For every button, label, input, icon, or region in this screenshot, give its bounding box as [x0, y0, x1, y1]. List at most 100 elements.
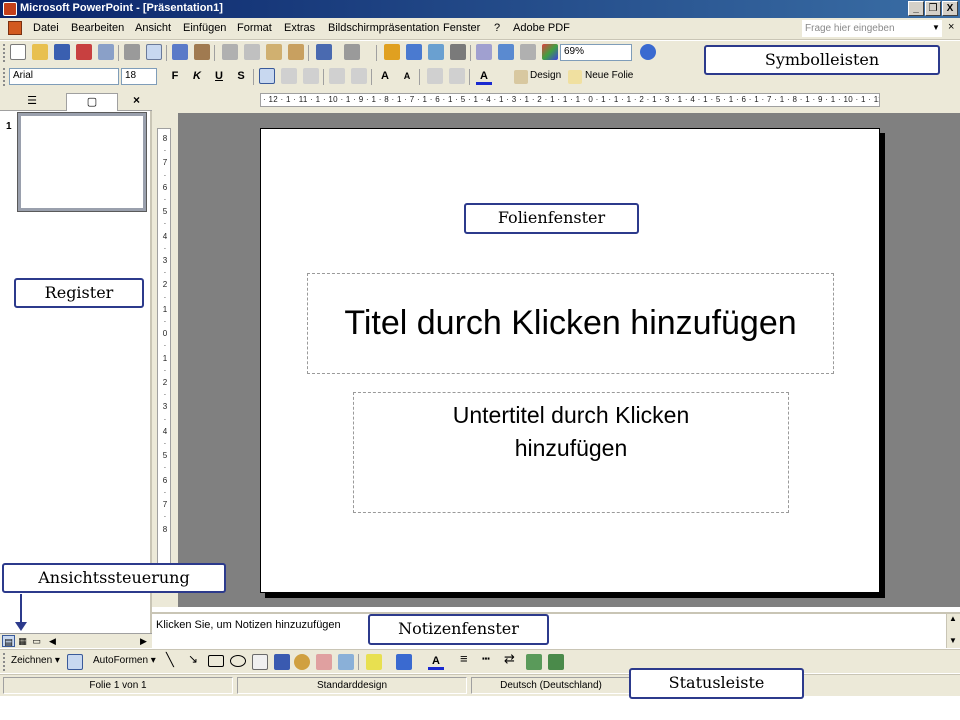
shadow-button[interactable]: S — [233, 68, 249, 85]
textbox-icon[interactable] — [252, 654, 268, 670]
rectangle-icon[interactable] — [208, 655, 224, 667]
shadow-style-icon[interactable] — [526, 654, 542, 670]
design-button[interactable]: Design — [530, 70, 561, 81]
align-center-icon[interactable] — [281, 68, 297, 84]
arrow-icon[interactable]: ↘ — [188, 652, 198, 666]
print-icon[interactable] — [124, 44, 140, 60]
tab-outline[interactable]: ☰ — [6, 93, 58, 111]
insert-diagram-icon[interactable] — [450, 44, 466, 60]
horizontal-ruler[interactable]: · 12 · 1 · 11 · 1 · 10 · 1 · 9 · 1 · 8 ·… — [260, 93, 880, 107]
fill-color-icon[interactable] — [366, 654, 382, 670]
menu-extras[interactable]: Extras — [284, 22, 315, 34]
research-icon[interactable] — [194, 44, 210, 60]
increase-font-icon[interactable]: A — [377, 68, 393, 85]
copy-icon[interactable] — [244, 44, 260, 60]
autoshapes-button[interactable]: AutoFormen ▾ — [93, 655, 156, 666]
menu-bildschirmpraesentation[interactable]: Bildschirmpräsentation — [328, 22, 439, 34]
open-icon[interactable] — [32, 44, 48, 60]
zoom-select[interactable]: 69% — [560, 44, 632, 61]
toolbar-grip[interactable] — [3, 653, 6, 671]
title-placeholder[interactable]: Titel durch Klicken hinzufügen — [307, 273, 834, 374]
arrow-style-icon[interactable]: ⇄ — [504, 651, 515, 667]
vertical-ruler[interactable]: 8 · 7 · 6 · 5 · 4 · 3 · 2 · 1 · 0 · 1 · 2 · 3 · 4 · 5 · 6 · 7 · 8 — [157, 128, 171, 564]
slide-show-view-icon[interactable]: ▭ — [30, 635, 43, 647]
help-dropdown-icon[interactable]: ▼ — [932, 23, 940, 32]
slide-thumbnail[interactable] — [17, 112, 147, 212]
spelling-icon[interactable] — [172, 44, 188, 60]
notes-placeholder[interactable]: Klicken Sie, um Notizen hinzuzufügen — [156, 619, 341, 631]
new-icon[interactable] — [10, 44, 26, 60]
menu-bearbeiten[interactable]: Bearbeiten — [71, 22, 124, 34]
draw-font-color-icon[interactable]: A — [428, 653, 444, 670]
increase-indent-icon[interactable] — [449, 68, 465, 84]
cut-icon[interactable] — [222, 44, 238, 60]
subtitle-placeholder[interactable]: Untertitel durch Klicken hinzufügen — [353, 392, 789, 513]
undo-icon[interactable] — [316, 44, 332, 60]
decrease-indent-icon[interactable] — [427, 68, 443, 84]
notes-pane[interactable]: Klicken Sie, um Notizen hinzuzufügen ▲ ▼ — [152, 612, 960, 648]
line-color-icon[interactable] — [396, 654, 412, 670]
scroll-down-icon[interactable]: ▼ — [949, 636, 957, 645]
minimize-button[interactable]: _ — [908, 1, 924, 16]
tables-borders-icon[interactable] — [428, 44, 444, 60]
clipart-icon[interactable] — [316, 654, 332, 670]
insert-table-icon[interactable] — [406, 44, 422, 60]
decrease-font-icon[interactable]: A — [399, 68, 415, 85]
scroll-up-icon[interactable]: ▲ — [949, 614, 957, 623]
insert-chart-icon[interactable] — [384, 44, 400, 60]
line-style-icon[interactable]: ≡ — [460, 651, 468, 666]
show-grid-icon[interactable] — [520, 44, 536, 60]
ellipse-icon[interactable] — [230, 655, 246, 667]
powerpoint-app-icon[interactable] — [3, 2, 17, 16]
bold-button[interactable]: F — [167, 68, 183, 85]
document-icon[interactable] — [8, 21, 22, 35]
normal-view-icon[interactable]: ▤ — [2, 635, 15, 647]
scroll-right-icon[interactable]: ▶ — [137, 635, 150, 647]
italic-button[interactable]: K — [189, 68, 205, 85]
dash-style-icon[interactable]: ┅ — [482, 651, 490, 667]
help-search-input[interactable]: Frage hier eingeben — [802, 20, 942, 37]
toolbar-grip[interactable] — [3, 68, 6, 86]
draw-menu-button[interactable]: Zeichnen ▾ — [11, 655, 60, 666]
format-painter-icon[interactable] — [288, 44, 304, 60]
tab-slides[interactable]: ▢ — [66, 93, 118, 111]
menu-adobe-pdf[interactable]: Adobe PDF — [513, 22, 570, 34]
print-preview-icon[interactable] — [146, 44, 162, 60]
redo-icon[interactable] — [344, 44, 360, 60]
close-document-icon[interactable]: × — [948, 21, 954, 33]
restore-button[interactable]: ❐ — [925, 1, 941, 16]
toolbar-grip[interactable] — [3, 44, 6, 62]
align-right-icon[interactable] — [303, 68, 319, 84]
menu-fenster[interactable]: Fenster — [443, 22, 480, 34]
notes-scrollbar[interactable]: ▲ ▼ — [946, 614, 960, 648]
new-slide-button[interactable]: Neue Folie — [585, 70, 633, 81]
picture-icon[interactable] — [338, 654, 354, 670]
slide-canvas[interactable]: Titel durch Klicken hinzufügen Untertite… — [260, 128, 880, 593]
close-window-button[interactable]: X — [942, 1, 958, 16]
save-icon[interactable] — [54, 44, 70, 60]
scroll-left-icon[interactable]: ◀ — [46, 635, 59, 647]
menu-format[interactable]: Format — [237, 22, 272, 34]
pdf-icon[interactable] — [76, 44, 92, 60]
slide-sorter-view-icon[interactable]: ▦ — [16, 635, 29, 647]
bullets-icon[interactable] — [351, 68, 367, 84]
3d-style-icon[interactable] — [548, 654, 564, 670]
select-objects-icon[interactable] — [67, 654, 83, 670]
menu-help[interactable]: ? — [494, 22, 500, 34]
align-left-icon[interactable] — [259, 68, 275, 84]
expand-all-icon[interactable] — [476, 44, 492, 60]
menu-einfuegen[interactable]: Einfügen — [183, 22, 226, 34]
permission-icon[interactable] — [98, 44, 114, 60]
menu-datei[interactable]: Datei — [33, 22, 59, 34]
paste-icon[interactable] — [266, 44, 282, 60]
close-pane-icon[interactable]: × — [133, 93, 140, 107]
help-icon[interactable] — [640, 44, 656, 60]
wordart-icon[interactable] — [274, 654, 290, 670]
color-grayscale-icon[interactable] — [542, 44, 558, 60]
font-name-select[interactable]: Arial — [9, 68, 119, 85]
menu-ansicht[interactable]: Ansicht — [135, 22, 171, 34]
line-icon[interactable]: ╲ — [166, 652, 174, 668]
window-title-bar[interactable]: Microsoft PowerPoint - [Präsentation1] _… — [0, 0, 960, 18]
font-color-icon[interactable]: A — [476, 68, 492, 85]
underline-button[interactable]: U — [211, 68, 227, 85]
